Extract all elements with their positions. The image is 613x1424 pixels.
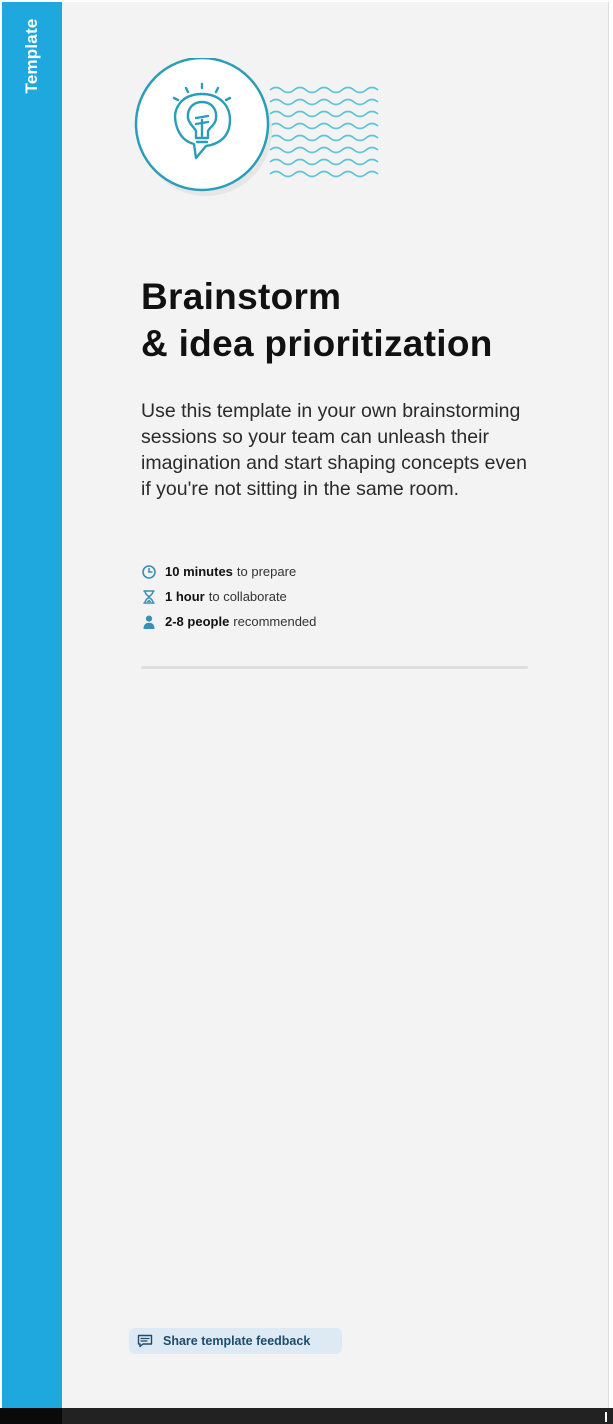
meta-collaborate-label: to collaborate (208, 589, 287, 604)
share-feedback-label: Share template feedback (163, 1334, 311, 1348)
bottom-status-bar (0, 1408, 613, 1424)
hourglass-icon (141, 589, 157, 605)
meta-prepare-label: to prepare (236, 564, 297, 579)
meta-collaborate-value: 1 hour (165, 589, 205, 604)
template-meta-list: 10 minutes to prepare 1 hour to collabor… (141, 559, 316, 634)
meta-people-value: 2-8 people (165, 614, 230, 629)
person-icon (141, 614, 157, 630)
section-divider (141, 666, 528, 669)
clock-icon (141, 564, 157, 580)
meta-people: 2-8 people recommended (141, 609, 316, 634)
meta-prepare-value: 10 minutes (165, 564, 233, 579)
panel-right-edge (608, 2, 612, 1408)
meta-collaborate-time: 1 hour to collaborate (141, 584, 316, 609)
brainstorm-illustration (134, 58, 379, 196)
wavy-lines-decoration (269, 86, 379, 178)
template-description: Use this template in your own brainstorm… (141, 400, 527, 500)
meta-people-label: recommended (233, 614, 317, 629)
side-tab-label: Template (22, 18, 41, 94)
meta-prepare-time: 10 minutes to prepare (141, 559, 316, 584)
title-line-1: Brainstorm (141, 276, 342, 317)
template-window: Template Brainstorm & idea prioritizatio… (0, 0, 613, 1424)
bottom-bar-left-cap (0, 1408, 62, 1424)
template-panel (62, 2, 608, 1408)
page-title: Brainstorm & idea prioritization (141, 273, 493, 367)
share-feedback-button[interactable]: Share template feedback (129, 1328, 342, 1354)
title-line-2: & idea prioritization (141, 323, 493, 364)
comment-icon (137, 1334, 153, 1348)
template-side-tab[interactable]: Template (2, 2, 62, 1408)
text-cursor-mark (605, 1412, 607, 1422)
